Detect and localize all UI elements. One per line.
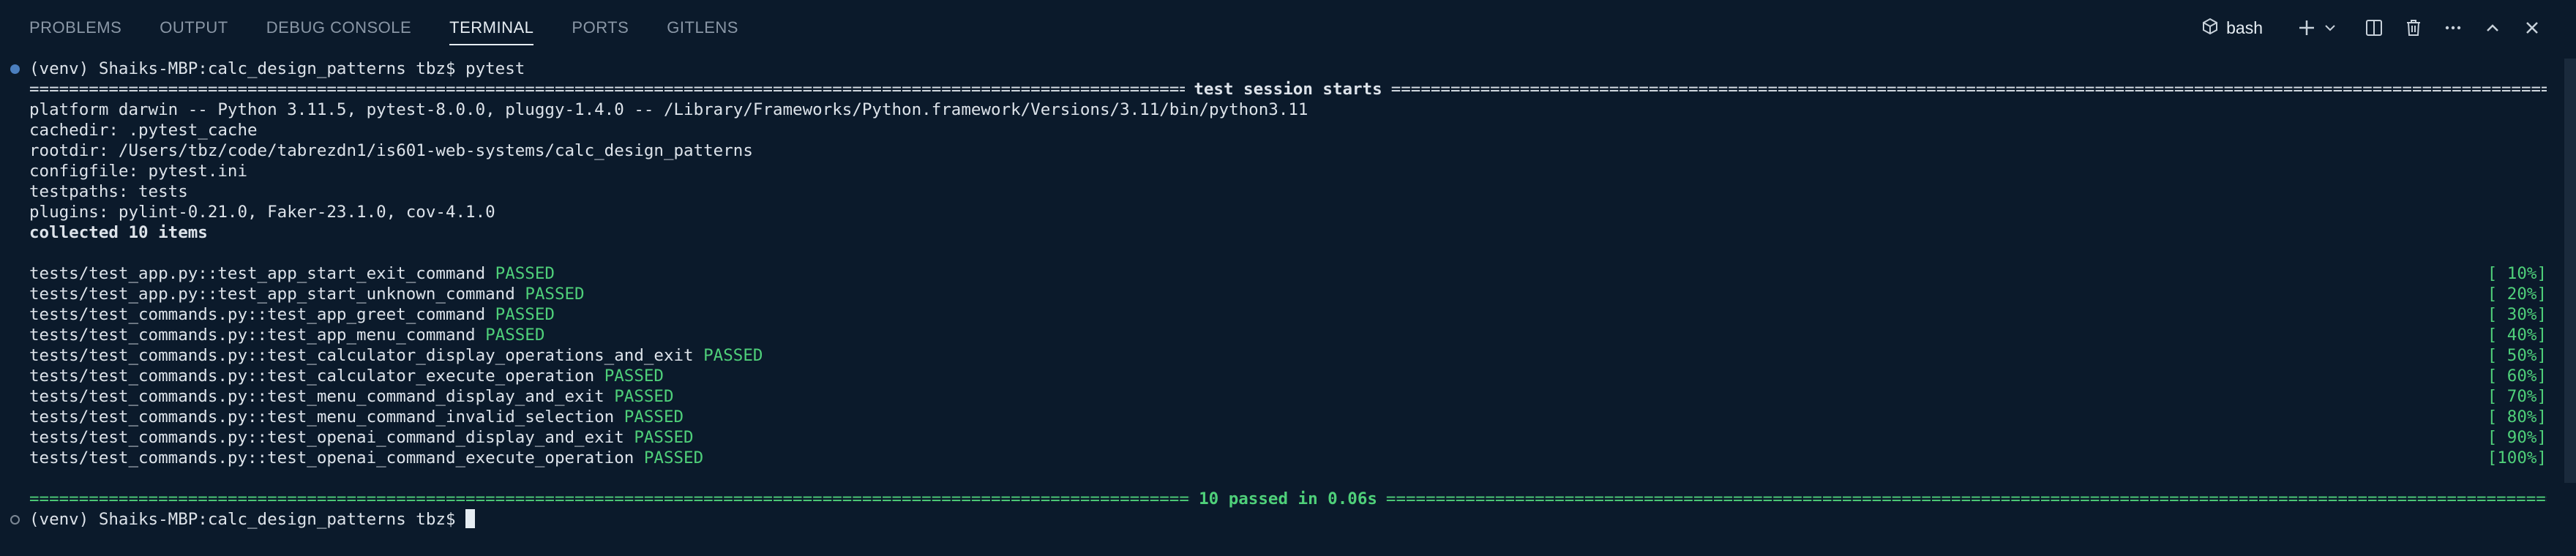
test-result-line: tests/test_app.py::test_app_start_exit_c… [29,263,2547,284]
test-status: PASSED [495,305,555,324]
maximize-panel-icon[interactable] [2478,13,2507,42]
cachedir-line: cachedir: .pytest_cache [29,121,258,140]
test-progress: [ 50%] [2487,346,2547,365]
test-name: tests/test_commands.py::test_app_menu_co… [29,326,476,345]
trash-icon[interactable] [2399,13,2428,42]
terminal-output[interactable]: (venv) Shaiks-MBP:calc_design_patterns t… [0,59,2576,556]
test-name: tests/test_app.py::test_app_start_unknow… [29,285,515,304]
test-result-line: tests/test_app.py::test_app_start_unknow… [29,284,2547,304]
test-progress: [ 40%] [2487,326,2547,345]
test-result-line: tests/test_commands.py::test_openai_comm… [29,427,2547,448]
test-progress: [ 60%] [2487,367,2547,386]
command-decoration-pending-icon[interactable] [10,515,20,525]
plugins-line: plugins: pylint-0.21.0, Faker-23.1.0, co… [29,203,495,222]
more-actions-icon[interactable] [2438,13,2468,42]
chevron-down-icon[interactable] [2321,13,2339,42]
test-progress: [ 20%] [2487,285,2547,304]
test-status: PASSED [614,387,674,406]
test-name: tests/test_app.py::test_app_start_exit_c… [29,264,486,283]
test-result-line: tests/test_commands.py::test_app_greet_c… [29,304,2547,325]
test-result-line: tests/test_commands.py::test_calculator_… [29,366,2547,386]
test-status: PASSED [525,285,585,304]
terminal-selector-label: bash [2226,18,2263,37]
test-result-line: tests/test_commands.py::test_menu_comman… [29,386,2547,407]
prompt-line: (venv) Shaiks-MBP:calc_design_patterns t… [29,59,525,78]
command-decoration-success-icon[interactable] [10,64,20,74]
test-progress: [ 30%] [2487,305,2547,324]
rootdir-line: rootdir: /Users/tbz/code/tabrezdn1/is601… [29,141,753,160]
test-status: PASSED [703,346,763,365]
tab-ports[interactable]: PORTS [572,0,629,56]
test-result-line: tests/test_commands.py::test_openai_comm… [29,448,2547,468]
prompt-text: (venv) Shaiks-MBP:calc_design_patterns t… [29,510,466,529]
test-name: tests/test_commands.py::test_calculator_… [29,367,595,386]
summary-time: in 0.06s [1288,489,1377,508]
panel-header: PROBLEMS OUTPUT DEBUG CONSOLE TERMINAL P… [0,0,2576,56]
test-status: PASSED [604,367,664,386]
test-result-line: tests/test_commands.py::test_calculator_… [29,345,2547,366]
tab-debug-console[interactable]: DEBUG CONSOLE [266,0,411,56]
test-status: PASSED [485,326,545,345]
test-result-line: tests/test_commands.py::test_menu_comman… [29,407,2547,427]
collected-line: collected 10 items [29,223,208,242]
test-status: PASSED [495,264,555,283]
panel-tabs: PROBLEMS OUTPUT DEBUG CONSOLE TERMINAL P… [0,0,776,56]
configfile-line: configfile: pytest.ini [29,162,248,181]
tab-output[interactable]: OUTPUT [160,0,228,56]
session-title: test session starts [1194,80,1382,99]
terminal-cursor [465,509,476,528]
test-name: tests/test_commands.py::test_openai_comm… [29,428,624,447]
test-status: PASSED [624,407,684,427]
test-progress: [ 10%] [2487,264,2547,283]
tab-gitlens[interactable]: GITLENS [667,0,738,56]
platform-line: platform darwin -- Python 3.11.5, pytest… [29,100,1308,119]
new-terminal-icon[interactable] [2292,13,2321,42]
terminal-selector[interactable]: bash [2201,18,2263,39]
test-progress: [100%] [2487,448,2547,467]
test-name: tests/test_commands.py::test_calculator_… [29,346,694,365]
test-progress: [ 70%] [2487,387,2547,406]
summary-separator: ========================================… [29,489,2547,508]
tab-terminal[interactable]: TERMINAL [449,0,534,56]
test-status: PASSED [634,428,694,447]
test-name: tests/test_commands.py::test_menu_comman… [29,407,615,427]
test-name: tests/test_commands.py::test_openai_comm… [29,448,634,467]
test-name: tests/test_commands.py::test_menu_comman… [29,387,604,406]
testpaths-line: testpaths: tests [29,182,188,201]
test-status: PASSED [643,448,704,467]
terminal-shell-icon [2201,18,2219,39]
terminal-scrollbar[interactable] [2564,59,2576,483]
test-progress: [ 90%] [2487,428,2547,447]
test-name: tests/test_commands.py::test_app_greet_c… [29,305,486,324]
session-separator: ========================================… [29,80,2547,99]
summary-passed: 10 passed [1199,489,1288,508]
tab-problems[interactable]: PROBLEMS [29,0,121,56]
test-result-line: tests/test_commands.py::test_app_menu_co… [29,325,2547,345]
panel-actions: bash [2201,0,2576,56]
prompt-line: (venv) Shaiks-MBP:calc_design_patterns t… [29,509,2547,530]
close-panel-icon[interactable] [2517,13,2547,42]
test-progress: [ 80%] [2487,407,2547,427]
split-terminal-icon[interactable] [2359,13,2389,42]
